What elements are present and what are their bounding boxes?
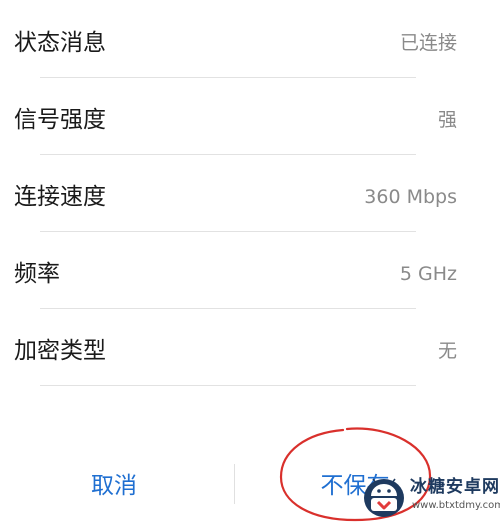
android-logo-icon [364, 478, 404, 517]
link-speed-value: 360 Mbps [364, 186, 457, 208]
button-divider [234, 464, 235, 504]
watermark-url: www.btxtdmy.com [412, 500, 500, 511]
row-divider [40, 385, 416, 386]
encryption-type-value: 无 [437, 340, 457, 362]
frequency-label: 频率 [14, 261, 60, 287]
info-row-frequency: 频率 5 GHz [0, 231, 500, 309]
status-label: 状态消息 [14, 30, 106, 56]
watermark-title: 冰糖安卓网 [410, 477, 500, 497]
info-row-signal: 信号强度 强 [0, 77, 500, 155]
info-row-status: 状态消息 已连接 [0, 0, 500, 78]
wifi-info-list: 状态消息 已连接 信号强度 强 连接速度 360 Mbps 频率 5 GHz 加… [0, 0, 500, 386]
site-watermark: 冰糖安卓网 www.btxtdmy.com [358, 466, 500, 526]
wifi-detail-dialog: 状态消息 已连接 信号强度 强 连接速度 360 Mbps 频率 5 GHz 加… [0, 0, 500, 531]
status-value: 已连接 [399, 32, 457, 54]
signal-strength-value: 强 [437, 109, 457, 131]
info-row-encryption: 加密类型 无 [0, 308, 500, 386]
info-row-speed: 连接速度 360 Mbps [0, 154, 500, 232]
cancel-button[interactable]: 取消 [40, 436, 188, 531]
frequency-value: 5 GHz [399, 263, 457, 285]
link-speed-label: 连接速度 [14, 184, 106, 210]
encryption-type-label: 加密类型 [14, 338, 106, 364]
signal-strength-label: 信号强度 [14, 107, 106, 133]
